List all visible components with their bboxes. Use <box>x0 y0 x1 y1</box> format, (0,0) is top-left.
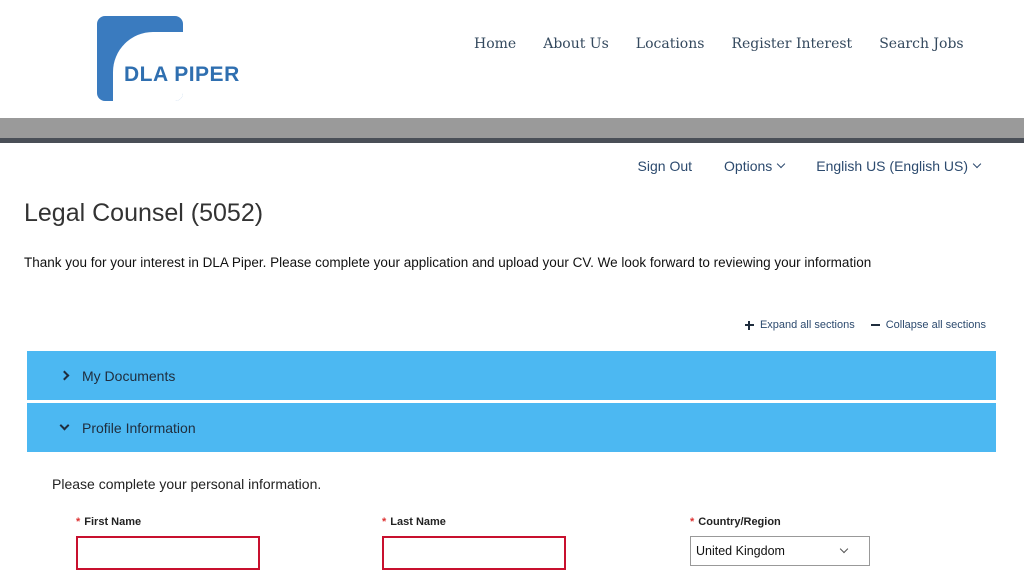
nav-about-us[interactable]: About Us <box>543 36 609 52</box>
minus-icon <box>870 321 880 330</box>
expand-all-button[interactable]: Expand all sections <box>744 319 855 331</box>
dla-piper-logo[interactable]: DLA PIPER <box>97 16 247 102</box>
required-marker: * <box>76 516 81 528</box>
required-marker: * <box>690 516 695 528</box>
header-divider <box>0 138 1024 143</box>
main-nav: Home About Us Locations Register Interes… <box>474 36 991 52</box>
chevron-down-icon <box>972 159 982 169</box>
country-field-group: * Country/Region United Kingdom <box>690 516 870 566</box>
profile-instruction: Please complete your personal informatio… <box>52 476 322 492</box>
first-name-label-text: First Name <box>84 516 142 528</box>
required-marker: * <box>382 516 387 528</box>
last-name-field-group: * Last Name <box>382 516 566 570</box>
sign-out-label: Sign Out <box>637 158 693 174</box>
section-label: Profile Information <box>82 419 196 436</box>
language-menu[interactable]: English US (English US) <box>816 158 982 174</box>
plus-icon <box>744 320 754 330</box>
language-label: English US (English US) <box>816 158 968 174</box>
site-header: DLA PIPER Home About Us Locations Regist… <box>0 0 1024 118</box>
country-label: * Country/Region <box>690 516 870 528</box>
logo-mark-icon <box>97 16 183 101</box>
chevron-right-icon <box>54 370 74 381</box>
nav-search-jobs[interactable]: Search Jobs <box>879 36 963 52</box>
last-name-label-text: Last Name <box>390 516 446 528</box>
logo-text: DLA PIPER <box>124 63 240 86</box>
sign-out-link[interactable]: Sign Out <box>638 158 692 174</box>
country-label-text: Country/Region <box>698 516 781 528</box>
last-name-input[interactable] <box>382 536 566 570</box>
first-name-input[interactable] <box>76 536 260 570</box>
section-label: My Documents <box>82 367 176 384</box>
intro-text: Thank you for your interest in DLA Piper… <box>24 255 872 270</box>
chevron-down-icon <box>54 420 74 431</box>
expand-all-label: Expand all sections <box>759 319 855 331</box>
options-label: Options <box>724 158 773 174</box>
first-name-label: * First Name <box>76 516 260 528</box>
options-menu[interactable]: Options <box>724 158 786 174</box>
section-my-documents[interactable]: My Documents <box>27 351 996 400</box>
last-name-label: * Last Name <box>382 516 566 528</box>
page-title: Legal Counsel (5052) <box>24 199 264 227</box>
collapse-all-label: Collapse all sections <box>885 319 986 331</box>
country-select[interactable]: United Kingdom <box>690 536 870 566</box>
nav-locations[interactable]: Locations <box>636 36 705 52</box>
section-profile-information[interactable]: Profile Information <box>27 403 996 452</box>
section-controls: Expand all sections Collapse all section… <box>729 319 986 331</box>
utility-nav: Sign Out Options English US (English US) <box>606 158 982 174</box>
header-grey-band <box>0 118 1024 138</box>
country-select-value: United Kingdom <box>696 544 785 558</box>
first-name-field-group: * First Name <box>76 516 260 570</box>
collapse-all-button[interactable]: Collapse all sections <box>870 319 986 331</box>
nav-register-interest[interactable]: Register Interest <box>731 36 852 52</box>
chevron-down-icon <box>777 159 786 169</box>
chevron-down-icon <box>839 544 849 554</box>
nav-home[interactable]: Home <box>474 36 516 52</box>
